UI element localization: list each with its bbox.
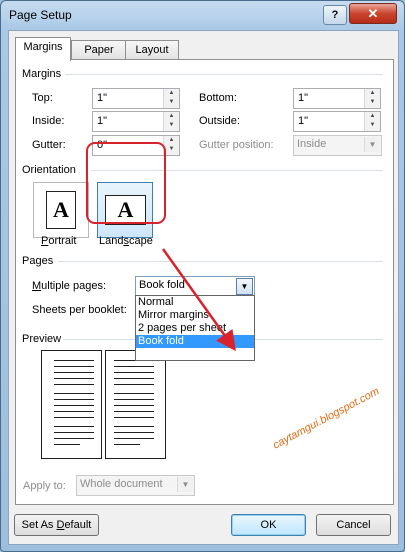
preview-text-line [114, 432, 154, 433]
spin-up-icon[interactable]: ▲ [365, 89, 380, 98]
multiple-pages-select[interactable]: Book fold ▼ [135, 276, 255, 296]
preview-text-line [114, 438, 154, 439]
preview-text-line [54, 444, 80, 445]
dialog-title: Page Setup [9, 8, 72, 22]
outside-margin-spinner[interactable]: 1" ▲ ▼ [293, 111, 381, 132]
gutter-position-label: Gutter position: [199, 139, 274, 151]
orientation-heading: Orientation [22, 164, 76, 176]
preview-text-line [54, 399, 94, 400]
pages-heading: Pages [22, 255, 54, 267]
preview-heading: Preview [22, 333, 62, 345]
top-margin-spinner[interactable]: 1" ▲ ▼ [92, 88, 180, 109]
top-margin-spin-arrows[interactable]: ▲ ▼ [163, 89, 179, 108]
multiple-pages-label: Multiple pages: [32, 280, 106, 292]
spin-up-icon[interactable]: ▲ [164, 136, 179, 145]
preview-text-line [114, 399, 154, 400]
preview-text-line [54, 366, 94, 367]
annotation-highlight-box [86, 142, 166, 224]
spin-down-icon[interactable]: ▼ [365, 121, 380, 130]
preview-text-line [54, 372, 94, 373]
top-margin-value[interactable]: 1" [97, 92, 107, 104]
pages-divider [58, 261, 383, 262]
portrait-button[interactable]: A [33, 182, 89, 238]
cancel-button[interactable]: Cancel [316, 514, 391, 536]
preview-text-line [114, 405, 154, 406]
portrait-page-icon: A [46, 191, 76, 229]
preview-text-line [54, 426, 94, 427]
chevron-down-icon: ▼ [364, 137, 380, 152]
multiple-pages-value[interactable]: Book fold [139, 279, 185, 291]
preview-text-line [114, 393, 154, 394]
close-button[interactable]: ✕ [349, 3, 397, 24]
bottom-margin-spin-arrows[interactable]: ▲ ▼ [364, 89, 380, 108]
preview-text-line [114, 366, 154, 367]
sheets-per-booklet-label: Sheets per booklet: [32, 304, 127, 316]
preview-text-line [114, 411, 154, 412]
gutter-position-value: Inside [297, 138, 327, 150]
preview-text-line [54, 432, 94, 433]
bottom-margin-value[interactable]: 1" [298, 92, 308, 104]
preview-text-line [54, 417, 94, 418]
preview-text-line [114, 444, 140, 445]
multiple-pages-dropdown-list[interactable]: Normal Mirror margins 2 pages per sheet … [135, 295, 255, 361]
inside-margin-value[interactable]: 1" [97, 115, 107, 127]
spin-up-icon[interactable]: ▲ [164, 112, 179, 121]
dropdown-option-normal[interactable]: Normal [136, 296, 254, 309]
preview-text-line [54, 360, 94, 361]
spin-up-icon[interactable]: ▲ [164, 89, 179, 98]
chevron-down-icon: ▼ [177, 477, 193, 492]
margins-heading: Margins [22, 68, 62, 80]
preview-text-line [54, 384, 94, 385]
bottom-margin-spinner[interactable]: 1" ▲ ▼ [293, 88, 381, 109]
landscape-label: Landscape [99, 235, 153, 247]
page-setup-dialog: Page Setup ? ✕ Margins Paper Layout Marg… [0, 0, 405, 552]
title-bar[interactable]: Page Setup ? ✕ [1, 1, 404, 29]
ok-button[interactable]: OK [231, 514, 306, 536]
inside-label: Inside: [32, 115, 65, 127]
apply-to-select: Whole document ▼ [76, 475, 195, 496]
preview-text-line [54, 405, 94, 406]
gutter-position-select: Inside ▼ [293, 135, 382, 156]
dropdown-option-book-fold[interactable]: Book fold [136, 335, 254, 348]
preview-right-page [105, 350, 166, 459]
dropdown-option-mirror-margins[interactable]: Mirror margins [136, 309, 254, 322]
preview-text-line [54, 411, 94, 412]
margins-divider [65, 74, 383, 75]
preview-text-line [114, 372, 154, 373]
tab-margins[interactable]: Margins [15, 37, 71, 61]
spin-down-icon[interactable]: ▼ [164, 121, 179, 130]
outside-label: Outside: [199, 115, 240, 127]
preview-text-line [54, 393, 94, 394]
spin-up-icon[interactable]: ▲ [365, 112, 380, 121]
preview-text-line [54, 438, 94, 439]
spin-down-icon[interactable]: ▼ [164, 145, 179, 154]
apply-to-value: Whole document [80, 478, 163, 490]
top-label: Top: [32, 92, 53, 104]
preview-text-line [114, 384, 154, 385]
outside-margin-spin-arrows[interactable]: ▲ ▼ [364, 112, 380, 131]
outside-margin-value[interactable]: 1" [298, 115, 308, 127]
preview-left-page [41, 350, 102, 459]
book-fold-preview [41, 350, 166, 459]
preview-text-line [114, 378, 154, 379]
dropdown-option-2-pages-per-sheet[interactable]: 2 pages per sheet [136, 322, 254, 335]
preview-text-line [54, 378, 94, 379]
inside-margin-spinner[interactable]: 1" ▲ ▼ [92, 111, 180, 132]
spin-down-icon[interactable]: ▼ [164, 98, 179, 107]
inside-margin-spin-arrows[interactable]: ▲ ▼ [163, 112, 179, 131]
chevron-down-icon[interactable]: ▼ [236, 278, 253, 295]
portrait-label: Portrait [41, 235, 77, 247]
set-as-default-button[interactable]: Set As Default [14, 514, 99, 536]
tab-layout[interactable]: Layout [125, 40, 179, 59]
preview-text-line [114, 426, 154, 427]
gutter-label: Gutter: [32, 139, 66, 151]
bottom-label: Bottom: [199, 92, 237, 104]
tab-paper[interactable]: Paper [71, 40, 127, 59]
spin-down-icon[interactable]: ▼ [365, 98, 380, 107]
preview-text-line [114, 417, 154, 418]
apply-to-label: Apply to: [23, 480, 66, 492]
help-button[interactable]: ? [323, 5, 347, 25]
